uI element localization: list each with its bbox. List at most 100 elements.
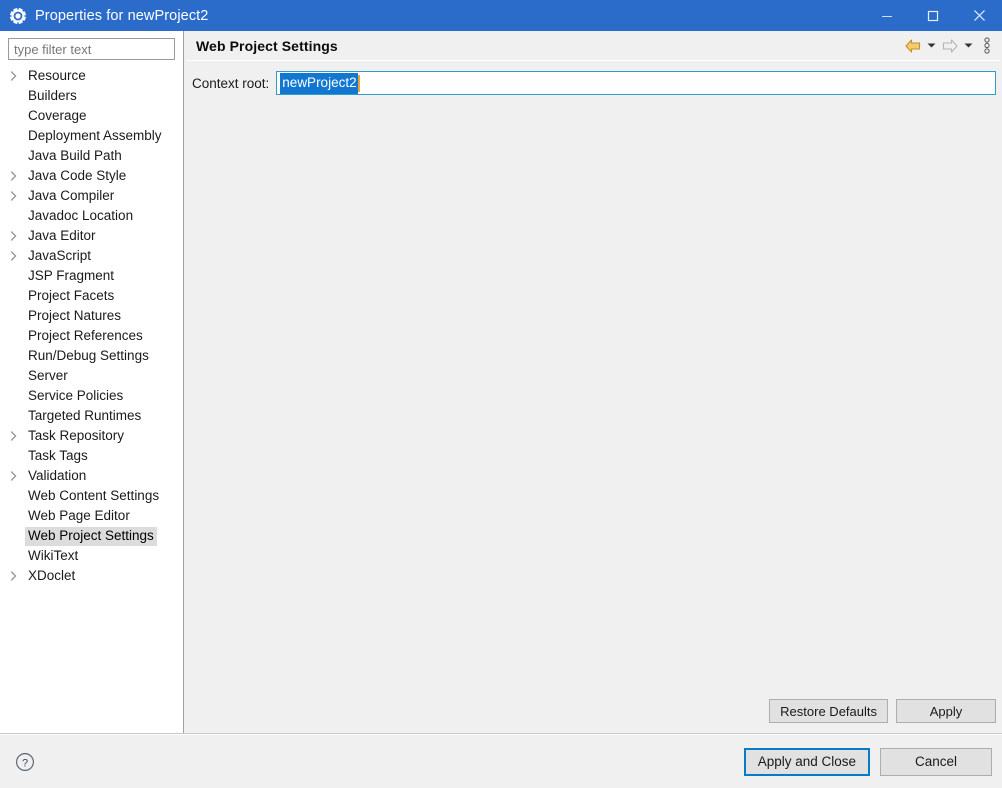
sidebar-item-resource[interactable]: Resource (0, 66, 183, 86)
minimize-icon (882, 15, 892, 17)
sidebar-item-label: Java Build Path (28, 147, 122, 163)
sidebar-item-label: Javadoc Location (28, 207, 134, 223)
settings-tree-panel: Resource Builders Coverage Deployment Assem… (0, 31, 184, 733)
settings-tree[interactable]: Resource Builders Coverage Deployment Assem… (0, 65, 183, 733)
dialog-footer: ? Apply and Close Cancel (0, 734, 1002, 788)
sidebar-item-deployment-assembly[interactable]: Deployment Assembly (0, 126, 183, 146)
restore-defaults-button[interactable]: Restore Defaults (769, 699, 888, 723)
maximize-button[interactable] (910, 0, 956, 31)
sidebar-item-task-repository[interactable]: Task Repository (0, 426, 183, 446)
chevron-right-icon[interactable] (10, 466, 25, 486)
page-content: Context root: newProject2 (184, 61, 1002, 699)
sidebar-item-java-code-style[interactable]: Java Code Style (0, 166, 183, 186)
sidebar-item-jsp-fragment[interactable]: JSP Fragment (0, 266, 183, 286)
sidebar-item-label: Web Page Editor (28, 507, 130, 523)
chevron-right-icon[interactable] (10, 426, 25, 446)
back-arrow-icon[interactable] (903, 36, 923, 56)
sidebar-item-project-natures[interactable]: Project Natures (0, 306, 183, 326)
context-root-value: newProject2 (280, 72, 358, 94)
context-root-label: Context root: (192, 75, 270, 91)
minimize-button[interactable] (864, 0, 910, 31)
sidebar-item-targeted-runtimes[interactable]: Targeted Runtimes (0, 406, 183, 426)
chevron-right-icon[interactable] (10, 226, 25, 246)
sidebar-item-coverage[interactable]: Coverage (0, 106, 183, 126)
close-icon (973, 10, 985, 21)
sidebar-item-label: Targeted Runtimes (28, 407, 142, 423)
sidebar-item-project-facets[interactable]: Project Facets (0, 286, 183, 306)
sidebar-item-run-debug-settings[interactable]: Run/Debug Settings (0, 346, 183, 366)
help-question-icon[interactable]: ? (14, 751, 36, 773)
sidebar-item-java-compiler[interactable]: Java Compiler (0, 186, 183, 206)
sidebar-item-label: JSP Fragment (28, 267, 115, 283)
sidebar-item-xdoclet[interactable]: XDoclet (0, 566, 183, 586)
sidebar-item-builders[interactable]: Builders (0, 86, 183, 106)
sidebar-item-label: Web Content Settings (28, 487, 160, 503)
sidebar-item-label: Validation (28, 467, 87, 483)
sidebar-item-project-references[interactable]: Project References (0, 326, 183, 346)
sidebar-item-java-build-path[interactable]: Java Build Path (0, 146, 183, 166)
gear-icon (9, 7, 27, 25)
sidebar-item-label: Java Editor (28, 227, 96, 243)
sidebar-item-javascript[interactable]: JavaScript (0, 246, 183, 266)
sidebar-item-label: Task Repository (28, 427, 125, 443)
chevron-right-icon[interactable] (10, 566, 25, 586)
svg-text:?: ? (22, 757, 28, 769)
apply-button[interactable]: Apply (896, 699, 996, 723)
page-header: Web Project Settings (184, 31, 1002, 60)
sidebar-item-label: Server (28, 367, 68, 383)
sidebar-item-label: Service Policies (28, 387, 124, 403)
close-button[interactable] (956, 0, 1002, 31)
chevron-right-icon[interactable] (10, 186, 25, 206)
sidebar-item-label: Web Project Settings (25, 526, 157, 546)
chevron-right-icon[interactable] (10, 166, 25, 186)
sidebar-item-java-editor[interactable]: Java Editor (0, 226, 183, 246)
sidebar-item-web-project-settings[interactable]: Web Project Settings (0, 526, 183, 546)
sidebar-item-web-page-editor[interactable]: Web Page Editor (0, 506, 183, 526)
sidebar-item-javadoc-location[interactable]: Javadoc Location (0, 206, 183, 226)
sidebar-item-label: Resource (28, 67, 86, 83)
sidebar-item-label: Task Tags (28, 447, 88, 463)
sidebar-item-web-content-settings[interactable]: Web Content Settings (0, 486, 183, 506)
sidebar-item-service-policies[interactable]: Service Policies (0, 386, 183, 406)
sidebar-item-server[interactable]: Server (0, 366, 183, 386)
vertical-dots-menu-icon[interactable] (980, 36, 994, 56)
title-bar: Properties for newProject2 (0, 0, 1002, 31)
cancel-button[interactable]: Cancel (880, 747, 992, 776)
sidebar-item-label: Project References (28, 327, 143, 343)
apply-and-close-button[interactable]: Apply and Close (743, 747, 870, 776)
sidebar-item-label: Run/Debug Settings (28, 347, 149, 363)
window-controls (864, 0, 1002, 31)
sidebar-item-label: Deployment Assembly (28, 127, 162, 143)
sidebar-item-task-tags[interactable]: Task Tags (0, 446, 183, 466)
sidebar-item-label: Coverage (28, 107, 87, 123)
context-root-input[interactable]: newProject2 (276, 71, 996, 95)
dialog-body: Resource Builders Coverage Deployment Assem… (0, 31, 1002, 733)
back-dropdown-chevron-down-icon[interactable] (925, 36, 938, 56)
page-nav-toolbar (903, 36, 994, 56)
chevron-right-icon[interactable] (10, 246, 25, 266)
sidebar-item-validation[interactable]: Validation (0, 466, 183, 486)
window-title: Properties for newProject2 (35, 7, 209, 24)
sidebar-item-label: Builders (28, 87, 77, 103)
filter-input[interactable] (8, 38, 175, 60)
text-caret (357, 74, 360, 92)
sidebar-item-wikitext[interactable]: WikiText (0, 546, 183, 566)
forward-dropdown-chevron-down-icon[interactable] (962, 36, 975, 56)
page-action-buttons: Restore Defaults Apply (184, 699, 1002, 733)
chevron-right-icon[interactable] (10, 66, 25, 86)
forward-arrow-icon[interactable] (940, 36, 960, 56)
